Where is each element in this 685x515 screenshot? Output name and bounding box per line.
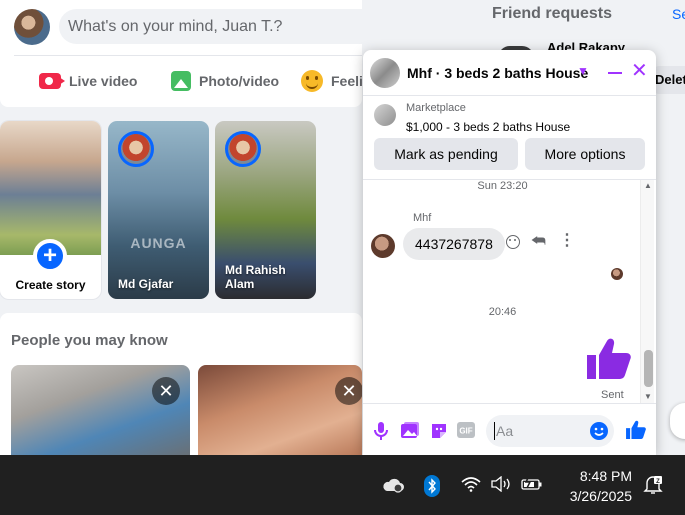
chat-window: Mhf · 3 beds 2 baths House ▼ ✕ Marketpla… (363, 50, 656, 455)
delete-request-button[interactable]: Delet (653, 66, 685, 94)
scroll-up-icon[interactable]: ▲ (641, 180, 655, 192)
feeling-activity-button[interactable]: Feelin (301, 67, 371, 95)
message-list[interactable]: Sun 23:20 Mhf 4437267878 ⮪ ⋮ 20:46 Sent (363, 180, 642, 403)
clock-date: 3/26/2025 (569, 488, 632, 504)
composer-divider (14, 55, 362, 56)
emoji-icon[interactable] (590, 422, 608, 445)
user-avatar[interactable] (14, 9, 50, 45)
scrollbar-thumb[interactable] (644, 350, 653, 387)
microphone-icon[interactable] (374, 422, 388, 445)
reply-icon[interactable]: ⮪ (531, 234, 546, 250)
sent-status: Sent (601, 389, 624, 401)
incoming-message[interactable]: 4437267878 (403, 228, 505, 260)
create-story-card[interactable]: + Create story (0, 121, 101, 299)
person-card[interactable]: ✕ (198, 365, 362, 458)
whats-on-your-mind-input[interactable]: What's on your mind, Juan T.? (59, 9, 431, 44)
taskbar-clock[interactable]: 8:48 PM 3/26/2025 (560, 466, 632, 506)
story-author: Md Rahish Alam (225, 263, 286, 291)
onedrive-icon[interactable] (382, 477, 404, 498)
create-story-label: Create story (15, 278, 86, 292)
plus-icon[interactable]: + (33, 239, 67, 273)
gif-icon[interactable]: GIF (457, 422, 475, 443)
post-composer: What's on your mind, Juan T.? Live video… (0, 0, 431, 107)
story-avatar (118, 131, 154, 167)
thumbs-up-message-icon[interactable] (587, 337, 631, 384)
svg-text:GIF: GIF (459, 427, 472, 436)
marketplace-banner: Marketplace $1,000 - 3 beds 2 baths Hous… (363, 96, 656, 180)
seen-avatar (611, 268, 623, 280)
wifi-icon[interactable] (461, 476, 481, 497)
new-message-button[interactable] (670, 403, 685, 439)
live-video-icon (39, 73, 65, 89)
more-icon[interactable]: ⋮ (559, 233, 575, 249)
photo-attach-icon[interactable] (401, 422, 419, 445)
photo-video-label: Photo/video (199, 73, 280, 89)
photo-video-button[interactable]: Photo/video (171, 67, 279, 95)
create-story-photo (0, 121, 101, 255)
minimize-icon[interactable] (608, 72, 622, 74)
chat-avatar[interactable] (370, 58, 400, 88)
live-video-button[interactable]: Live video (39, 67, 137, 95)
story-author: Md Gjafar (118, 277, 174, 291)
pymk-title: People you may know (11, 332, 168, 349)
windows-taskbar: 8:48 PM 3/26/2025 Z (0, 455, 685, 515)
sender-avatar[interactable] (371, 234, 395, 258)
people-you-may-know: People you may know ✕ ✕ (0, 313, 362, 458)
chat-title[interactable]: Mhf · 3 beds 2 baths House (407, 65, 588, 81)
chat-scrollbar[interactable]: ▲ ▼ (640, 180, 654, 403)
chevron-down-icon[interactable]: ▼ (577, 64, 589, 78)
close-icon[interactable]: ✕ (152, 377, 180, 405)
story-card[interactable]: AUNGA Md Gjafar (108, 121, 209, 299)
see-all-link[interactable]: Se (672, 6, 685, 22)
story-watermark: AUNGA (130, 235, 187, 251)
close-icon[interactable]: ✕ (335, 377, 362, 405)
react-icon[interactable] (506, 235, 520, 249)
thumbs-up-send-icon[interactable] (626, 420, 646, 444)
listing-thumbnail[interactable] (374, 104, 396, 126)
live-video-label: Live video (69, 73, 138, 89)
mark-as-pending-button[interactable]: Mark as pending (374, 138, 518, 170)
more-options-button[interactable]: More options (525, 138, 645, 170)
story-card[interactable]: Md Rahish Alam (215, 121, 316, 299)
person-card[interactable]: ✕ (11, 365, 190, 458)
friend-requests-title: Friend requests (492, 5, 613, 22)
battery-icon[interactable] (521, 475, 543, 497)
close-icon[interactable]: ✕ (631, 60, 648, 82)
smiley-icon (301, 70, 323, 92)
timestamp: 20:46 (488, 306, 517, 318)
scroll-down-icon[interactable]: ▼ (641, 391, 655, 403)
svg-text:Z: Z (656, 479, 660, 485)
sender-name: Mhf (413, 212, 432, 224)
volume-icon[interactable] (491, 475, 513, 497)
chat-composer: GIF Aa (363, 403, 656, 455)
bluetooth-icon[interactable] (424, 475, 440, 502)
sticker-icon[interactable] (430, 422, 448, 445)
chat-header[interactable]: Mhf · 3 beds 2 baths House ▼ ✕ (363, 50, 656, 96)
clock-time: 8:48 PM (579, 468, 632, 484)
listing-title[interactable]: $1,000 - 3 beds 2 baths House (406, 120, 570, 134)
story-avatar (225, 131, 261, 167)
notification-bell-icon[interactable]: Z (643, 475, 663, 500)
timestamp: Sun 23:20 (477, 180, 528, 192)
photo-icon (171, 71, 191, 91)
marketplace-label: Marketplace (406, 102, 466, 114)
